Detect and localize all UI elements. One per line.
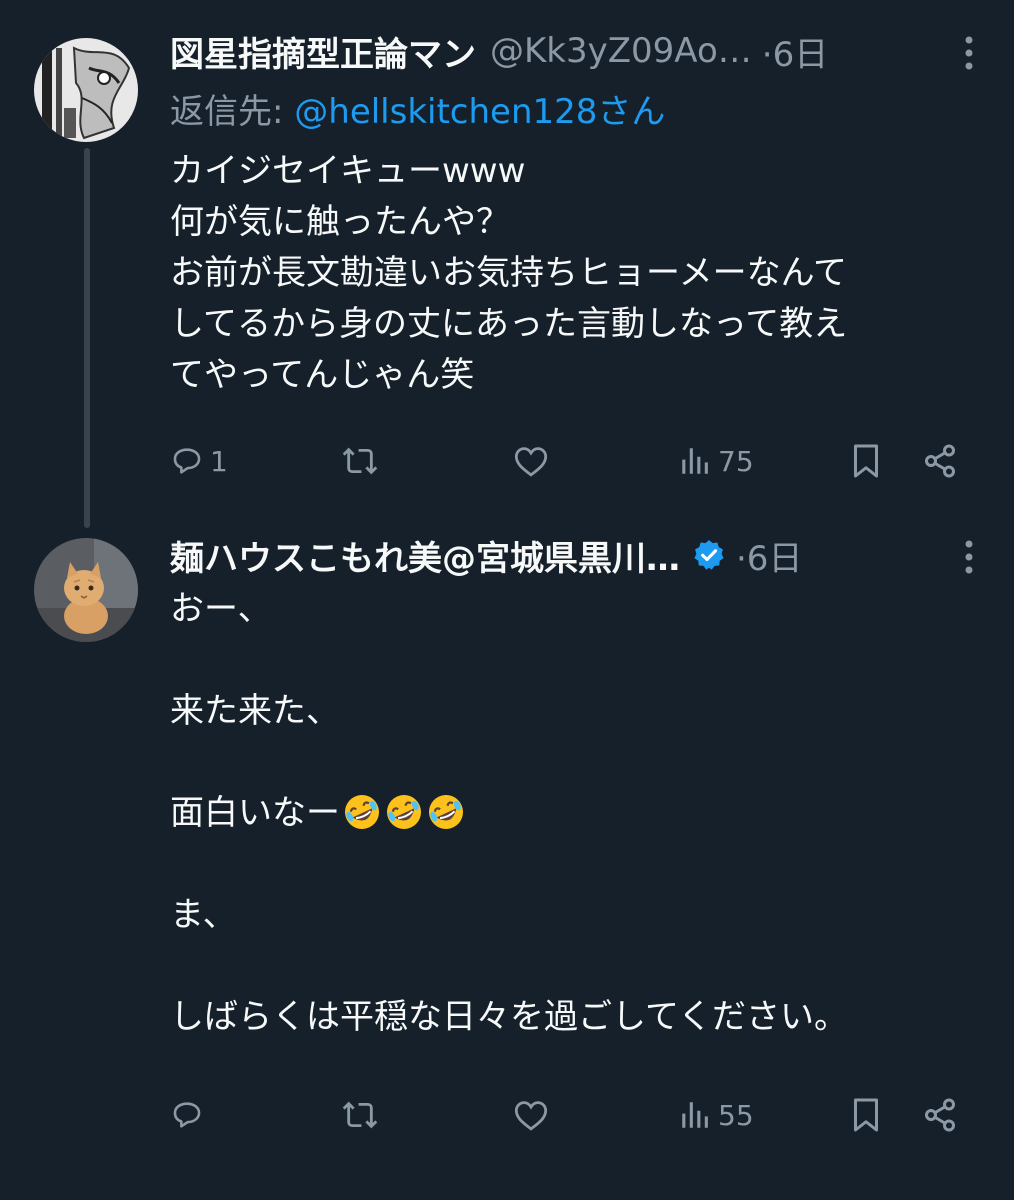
- retweet-icon: [342, 447, 378, 475]
- verified-badge-icon: [692, 538, 726, 572]
- reply-count: 1: [210, 444, 228, 478]
- more-options-button[interactable]: [954, 28, 984, 78]
- avatar[interactable]: [34, 38, 138, 142]
- views-button[interactable]: 75: [678, 436, 754, 486]
- tweet-text-segment: 面白いなー: [170, 793, 340, 833]
- reply-prefix: 返信先:: [170, 92, 295, 132]
- share-button[interactable]: [922, 436, 958, 486]
- display-name[interactable]: 麺ハウスこもれ美@宮城県黒川…: [170, 531, 680, 580]
- tweet-text-line: 来た来た、: [170, 691, 340, 731]
- tweet-text: カイジセイキューwww 何が気に触ったんや？ お前が長文勘違いお気持ちヒョーメー…: [170, 146, 974, 401]
- tweet-actions: 55: [170, 1090, 974, 1140]
- reply-mention-link[interactable]: @hellskitchen128さん: [294, 92, 665, 132]
- tweet-text-line: してるから身の丈にあった言動しなって教え: [170, 304, 848, 344]
- rolling-on-floor-laughing-emoji-icon: [429, 795, 463, 829]
- tweet-text-line: 何が気に触ったんや？: [170, 202, 510, 242]
- retweet-button[interactable]: [340, 1090, 380, 1140]
- tweet-text-blank-line: [170, 737, 974, 788]
- views-icon: [682, 448, 708, 474]
- bookmark-button[interactable]: [850, 436, 882, 486]
- tweet-text-blank-line: [170, 941, 974, 992]
- tweet-text-line-with-emoji: 面白いなー: [170, 788, 974, 839]
- share-button[interactable]: [922, 1090, 958, 1140]
- tweet-text-line: カイジセイキューwww: [170, 151, 526, 191]
- thread-connector-line: [84, 148, 90, 528]
- share-icon: [925, 444, 955, 478]
- like-button[interactable]: [512, 436, 550, 486]
- timestamp[interactable]: ·6日: [762, 27, 828, 76]
- tweet-text-blank-line: [170, 839, 974, 890]
- tweet-text: おー、 来た来た、 面白いなー ま、 しばらくは平穏な日々を過ごしてください。: [170, 584, 974, 1043]
- views-button[interactable]: 55: [678, 1090, 754, 1140]
- share-icon: [925, 1098, 955, 1132]
- tweet-text-line: ま、: [170, 895, 237, 935]
- tweet-text-blank-line: [170, 635, 974, 686]
- rolling-on-floor-laughing-emoji-icon: [387, 795, 421, 829]
- display-name[interactable]: 図星指摘型正論マン: [170, 27, 476, 76]
- reply-context: 返信先: @hellskitchen128さん: [170, 84, 665, 133]
- tweet-text-line: しばらくは平穏な日々を過ごしてください。: [170, 997, 848, 1037]
- view-count: 55: [718, 1098, 754, 1132]
- like-icon: [514, 1101, 548, 1131]
- avatar[interactable]: [34, 538, 138, 642]
- user-handle[interactable]: @Kk3yZ09Ao…: [490, 31, 752, 71]
- views-icon: [682, 1102, 708, 1128]
- rolling-on-floor-laughing-emoji-icon: [345, 795, 379, 829]
- more-icon: [965, 540, 973, 574]
- reply-button[interactable]: [170, 1090, 210, 1140]
- timestamp[interactable]: ·6日: [736, 531, 802, 580]
- tweet-text-line: てやってんじゃん笑: [170, 355, 475, 395]
- retweet-icon: [342, 1101, 378, 1129]
- tweet-text-line: おー、: [170, 589, 272, 629]
- tweet-text-line: お前が長文勘違いお気持ちヒョーメーなんて: [170, 253, 847, 293]
- retweet-button[interactable]: [340, 436, 380, 486]
- more-icon: [965, 36, 973, 70]
- more-options-button[interactable]: [954, 532, 984, 582]
- reply-button[interactable]: 1: [170, 436, 228, 486]
- reply-icon: [173, 1102, 201, 1128]
- bookmark-icon: [854, 1098, 878, 1132]
- tweet-actions: 1 75: [170, 436, 974, 486]
- bookmark-icon: [854, 444, 878, 478]
- like-button[interactable]: [512, 1090, 550, 1140]
- view-count: 75: [718, 444, 754, 478]
- bookmark-button[interactable]: [850, 1090, 882, 1140]
- reply-icon: [173, 448, 201, 474]
- like-icon: [514, 447, 548, 477]
